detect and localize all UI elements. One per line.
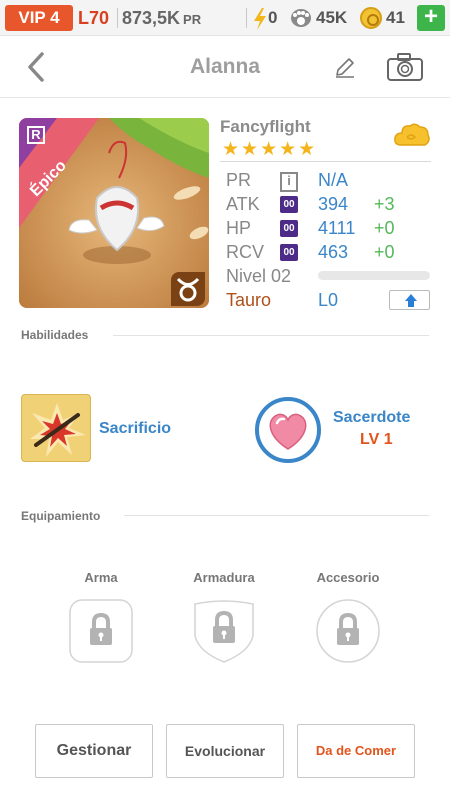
level-up-button[interactable] bbox=[389, 290, 430, 310]
energy-icon bbox=[254, 8, 266, 30]
evolve-button[interactable]: Evolucionar bbox=[166, 724, 284, 778]
vip-badge[interactable]: VIP 4 bbox=[5, 5, 73, 31]
stat-upgrade-badge: 00 bbox=[280, 220, 298, 237]
power-rating: 873,5K PR bbox=[122, 6, 201, 32]
divider bbox=[246, 8, 247, 28]
weapon-slot-locked[interactable] bbox=[68, 598, 134, 664]
paw-icon bbox=[291, 9, 311, 27]
power-unit: PR bbox=[183, 12, 202, 27]
star-rating: ★★★★★ bbox=[222, 139, 318, 160]
skill-icon-sacerdote[interactable] bbox=[255, 397, 321, 463]
page-header: Alanna bbox=[0, 36, 450, 98]
skill-icon-sacrificio[interactable] bbox=[21, 394, 91, 462]
coin-value: 41 bbox=[386, 8, 405, 27]
stat-bonus: +0 bbox=[374, 218, 395, 238]
skill-name[interactable]: Sacerdote bbox=[333, 409, 410, 427]
sign-level: L0 bbox=[318, 290, 339, 310]
edit-icon[interactable] bbox=[333, 55, 357, 79]
stat-label: PR bbox=[226, 170, 252, 190]
level-label: Nivel 02 bbox=[226, 266, 292, 286]
energy-value: 0 bbox=[268, 8, 278, 27]
rarity-letter: R bbox=[27, 126, 45, 144]
accessory-slot-locked[interactable] bbox=[315, 598, 381, 664]
cloud-element-icon bbox=[394, 123, 430, 146]
add-coins-button[interactable]: + bbox=[417, 5, 445, 31]
camera-icon[interactable] bbox=[386, 52, 424, 82]
coin-icon bbox=[360, 7, 382, 29]
stat-label: RCV bbox=[226, 242, 265, 262]
skill-name[interactable]: Sacrificio bbox=[99, 420, 171, 438]
page-title: Alanna bbox=[189, 55, 260, 78]
divider bbox=[220, 161, 431, 162]
sign-label: Tauro bbox=[226, 290, 272, 310]
pet-portrait: R Épico bbox=[19, 118, 209, 308]
equipment-label-armor: Armadura bbox=[193, 570, 255, 585]
taurus-icon bbox=[171, 272, 205, 306]
level-progress-bar bbox=[318, 271, 430, 280]
stat-value: 394 bbox=[318, 194, 349, 214]
section-title-skills: Habilidades bbox=[21, 328, 89, 342]
equipment-label-accessory: Accesorio bbox=[316, 570, 380, 585]
pet-name: Fancyflight bbox=[220, 117, 311, 136]
stat-label: HP bbox=[226, 218, 252, 238]
stat-value: 463 bbox=[318, 242, 349, 262]
divider bbox=[113, 335, 429, 336]
paw-currency-value: 45K bbox=[316, 8, 348, 27]
stat-upgrade-badge: 00 bbox=[280, 196, 298, 213]
armor-slot-locked[interactable] bbox=[191, 598, 257, 664]
equipment-label-weapon: Arma bbox=[84, 570, 118, 585]
info-icon[interactable]: i bbox=[280, 172, 298, 192]
power-value: 873,5K bbox=[122, 8, 181, 28]
stat-bonus: +0 bbox=[374, 242, 395, 262]
manage-button[interactable]: Gestionar bbox=[35, 724, 153, 778]
stat-value: N/A bbox=[318, 170, 349, 190]
stat-value: 4111 bbox=[318, 218, 356, 238]
stat-upgrade-badge: 00 bbox=[280, 244, 298, 261]
section-title-equipment: Equipamiento bbox=[21, 509, 101, 523]
divider bbox=[124, 515, 429, 516]
divider bbox=[117, 8, 118, 28]
feed-button[interactable]: Da de Comer bbox=[297, 724, 415, 778]
stat-label: ATK bbox=[226, 194, 260, 214]
skill-level: LV 1 bbox=[360, 431, 393, 448]
player-level: L70 bbox=[78, 8, 110, 28]
stat-bonus: +3 bbox=[374, 194, 395, 214]
status-bar: VIP 4 L70 873,5K PR 0 45K 41 + bbox=[0, 0, 450, 36]
